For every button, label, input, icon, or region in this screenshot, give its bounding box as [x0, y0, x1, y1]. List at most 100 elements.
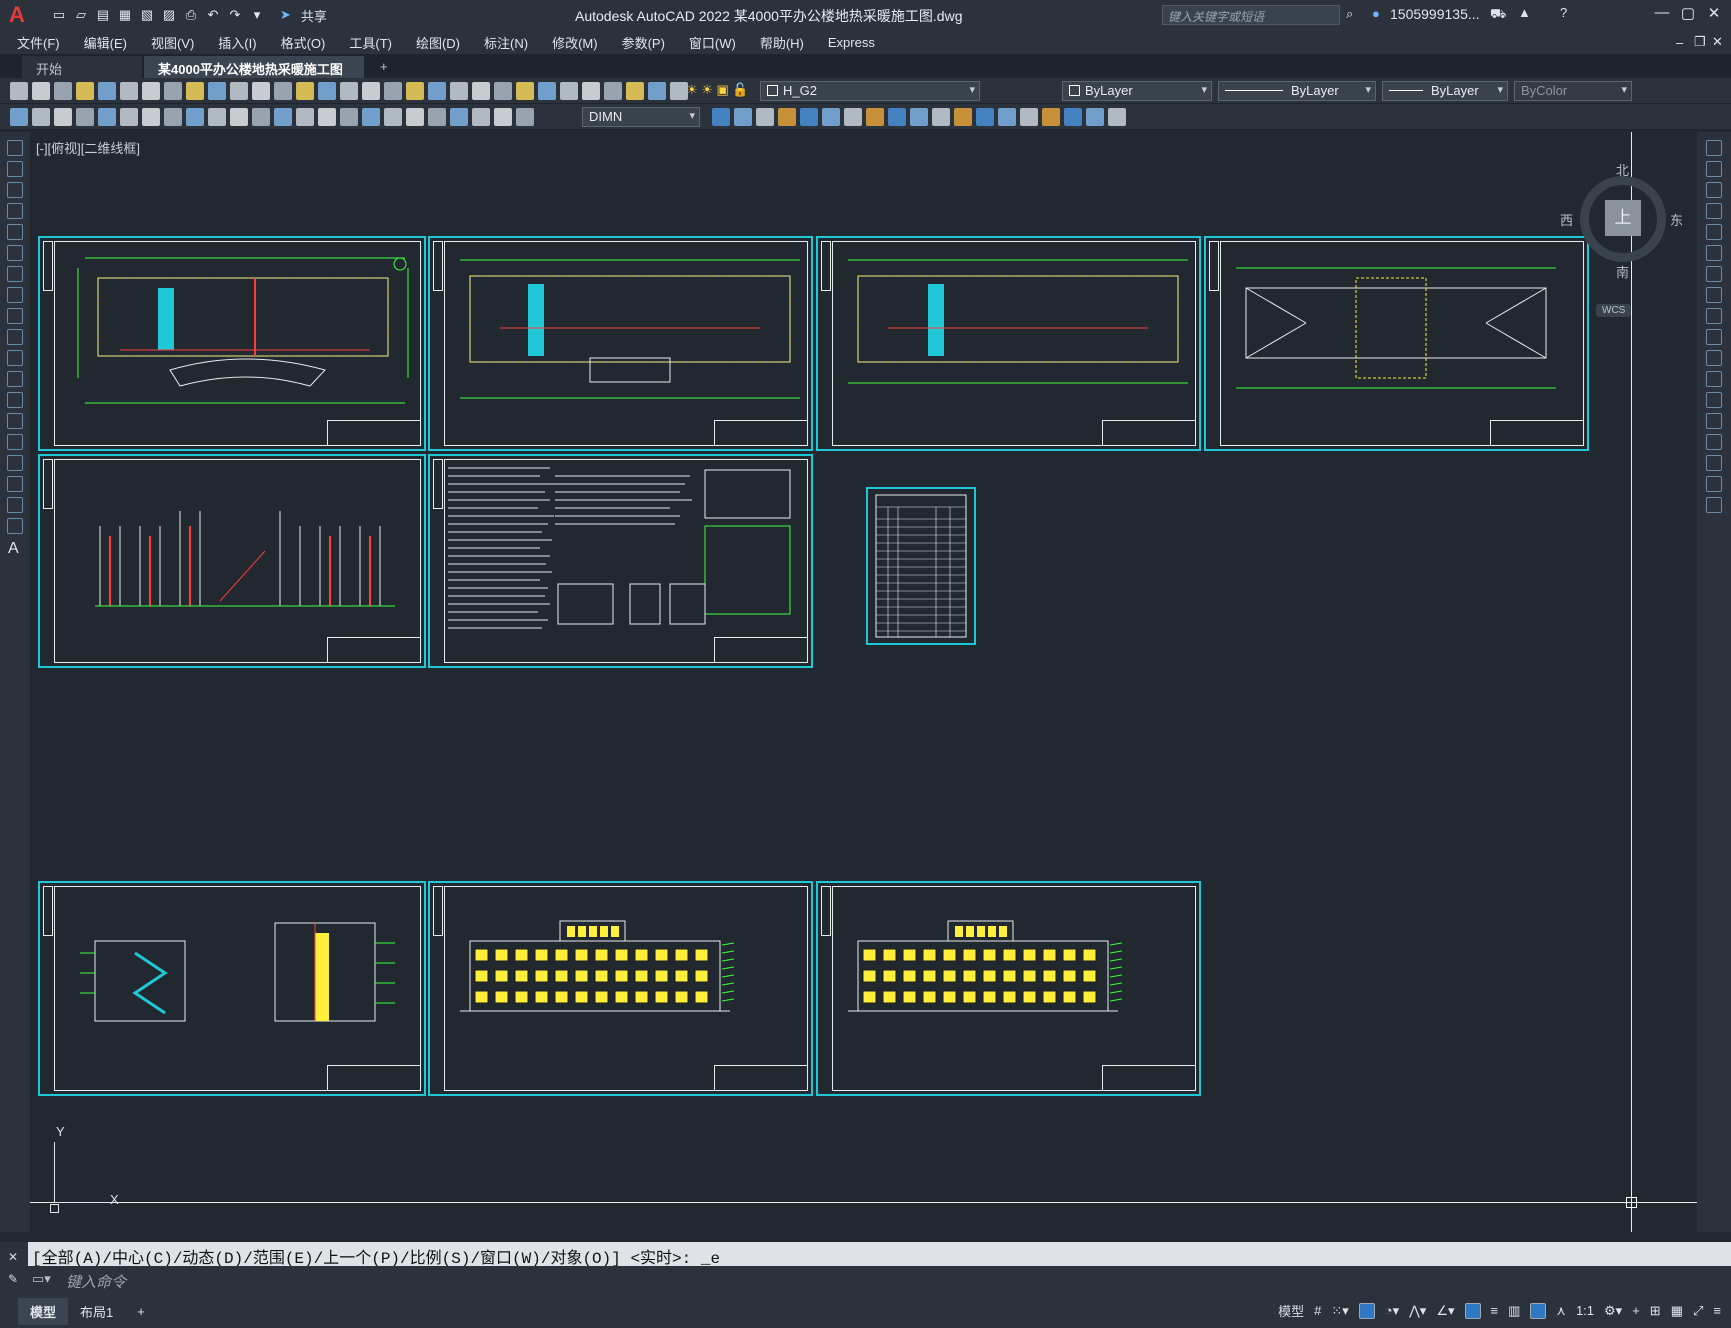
tool-icon[interactable] [1706, 476, 1722, 492]
menu-draw[interactable]: 绘图(D) [416, 33, 460, 52]
tool-icon[interactable] [7, 329, 23, 345]
model-space-button[interactable]: 模型 [1278, 1301, 1304, 1320]
toolbar-tool-icon[interactable] [976, 108, 994, 126]
menu-window[interactable]: 窗口(W) [689, 33, 736, 52]
tool-icon[interactable] [1706, 203, 1722, 219]
object-snap-icon[interactable] [1464, 1302, 1481, 1319]
toolbar-tool-icon[interactable] [954, 108, 972, 126]
sheet-floor-plan-2[interactable] [428, 236, 813, 451]
tool-icon[interactable] [7, 392, 23, 408]
menu-file[interactable]: 文件(F) [17, 33, 60, 52]
toolbar-tool-icon[interactable] [472, 108, 490, 126]
quick-properties-icon[interactable]: ▦ [1671, 1303, 1683, 1319]
toolbar-tool-icon[interactable] [450, 82, 468, 100]
new-tab-button[interactable]: + [366, 56, 402, 78]
toolbar-tool-icon[interactable] [604, 82, 622, 100]
viewcube-south[interactable]: 南 [1616, 262, 1629, 281]
sheet-design-notes[interactable] [428, 454, 813, 668]
layer-dropdown[interactable]: H_G2 ▾ [760, 81, 980, 101]
annotation-scale[interactable]: 1:1 [1576, 1303, 1594, 1318]
toolbar-tool-icon[interactable] [164, 108, 182, 126]
toolbar-tool-icon[interactable] [1042, 108, 1060, 126]
toolbar-tool-icon[interactable] [296, 82, 314, 100]
window-restore-icon[interactable]: ❐ [1694, 34, 1706, 50]
add-layout-button[interactable]: + [125, 1300, 157, 1323]
tool-icon[interactable] [7, 350, 23, 366]
object-snap-tracking-icon[interactable]: ∠▾ [1436, 1303, 1454, 1319]
search-icon[interactable]: ⌕ [1346, 6, 1353, 22]
tool-icon[interactable] [1706, 434, 1722, 450]
menu-tools[interactable]: 工具(T) [349, 33, 392, 52]
toolbar-tool-icon[interactable] [340, 108, 358, 126]
autocad-logo-icon[interactable]: A [4, 2, 30, 28]
ortho-icon[interactable] [1358, 1302, 1375, 1319]
toolbar-tool-icon[interactable] [494, 82, 512, 100]
toolbar-tool-icon[interactable] [1108, 108, 1126, 126]
grid-icon[interactable]: # [1314, 1303, 1321, 1318]
toolbar-tool-icon[interactable] [428, 82, 446, 100]
viewcube[interactable]: 上 北 南 西 东 WCS [1558, 160, 1683, 317]
tool-icon[interactable] [1706, 392, 1722, 408]
toolbar-tool-icon[interactable] [274, 108, 292, 126]
help-icon[interactable]: ? [1560, 5, 1567, 20]
tool-icon[interactable] [1706, 140, 1722, 156]
toolbar-tool-icon[interactable] [142, 82, 160, 100]
menu-edit[interactable]: 编辑(E) [84, 33, 127, 52]
drawing-canvas[interactable]: [-][俯视][二维线框] Y X 上 北 南 西 东 WCS [30, 132, 1697, 1232]
tool-icon[interactable] [1706, 182, 1722, 198]
dimstyle-dropdown[interactable]: DIMN ▾ [582, 107, 700, 127]
customize-icon[interactable]: ≡ [1713, 1303, 1721, 1318]
toolbar-tool-icon[interactable] [32, 82, 50, 100]
toolbar-tool-icon[interactable] [648, 82, 666, 100]
toolbar-tool-icon[interactable] [98, 108, 116, 126]
snap-icon[interactable]: ⁙▾ [1331, 1303, 1348, 1319]
tool-icon[interactable] [1706, 161, 1722, 177]
tool-icon[interactable] [7, 245, 23, 261]
lineweight-dropdown[interactable]: ByLayer ▾ [1382, 81, 1508, 101]
autodesk-app-icon[interactable]: ▲ [1518, 5, 1531, 20]
toolbar-tool-icon[interactable] [450, 108, 468, 126]
tool-icon[interactable] [7, 161, 23, 177]
toolbar-tool-icon[interactable] [472, 82, 490, 100]
transparency-icon[interactable]: ▥ [1508, 1303, 1520, 1319]
tool-icon[interactable] [1706, 413, 1722, 429]
tool-icon[interactable] [1706, 371, 1722, 387]
viewcube-north[interactable]: 北 [1616, 160, 1629, 179]
tab-drawing[interactable]: 某4000平办公楼地热采暖施工图*× [144, 56, 364, 93]
tool-icon[interactable] [1706, 287, 1722, 303]
color-dropdown[interactable]: ByLayer ▾ [1062, 81, 1212, 101]
toolbar-tool-icon[interactable] [866, 108, 884, 126]
toolbar-tool-icon[interactable] [910, 108, 928, 126]
plotstyle-dropdown[interactable]: ByColor ▾ [1514, 81, 1632, 101]
open-file-icon[interactable]: ▱ [72, 6, 90, 24]
menu-parametric[interactable]: 参数(P) [622, 33, 665, 52]
toolbar-tool-icon[interactable] [384, 82, 402, 100]
sheet-floor-plan-1[interactable] [38, 236, 426, 451]
tool-icon[interactable] [1706, 455, 1722, 471]
layer-status-icons[interactable]: ☀ ☀ ▣ 🔓 [686, 82, 749, 98]
plus-icon[interactable]: + [1632, 1303, 1640, 1318]
toolbar-tool-icon[interactable] [10, 82, 28, 100]
toolbar-tool-icon[interactable] [10, 108, 28, 126]
viewcube-east[interactable]: 东 [1670, 210, 1683, 229]
menu-help[interactable]: 帮助(H) [760, 33, 804, 52]
toolbar-tool-icon[interactable] [538, 82, 556, 100]
toolbar-tool-icon[interactable] [120, 82, 138, 100]
toolbar-tool-icon[interactable] [932, 108, 950, 126]
toolbar-tool-icon[interactable] [516, 82, 534, 100]
plot-icon[interactable]: ⎙ [182, 6, 200, 24]
toolbar-tool-icon[interactable] [822, 108, 840, 126]
toolbar-tool-icon[interactable] [142, 108, 160, 126]
tool-icon[interactable] [7, 203, 23, 219]
toolbar-tool-icon[interactable] [406, 108, 424, 126]
tool-icon[interactable] [1706, 224, 1722, 240]
toolbar-tool-icon[interactable] [76, 82, 94, 100]
tool-icon[interactable] [1706, 497, 1722, 513]
maximize-button[interactable]: ▢ [1676, 4, 1700, 26]
toolbar-tool-icon[interactable] [54, 82, 72, 100]
search-input[interactable]: 键入关键字或短语 [1162, 5, 1340, 25]
gear-icon[interactable]: ⚙▾ [1604, 1303, 1622, 1319]
tool-icon[interactable] [7, 455, 23, 471]
window-minimize-icon[interactable]: – [1676, 35, 1683, 50]
isodraft-icon[interactable]: ⋀▾ [1409, 1303, 1426, 1319]
